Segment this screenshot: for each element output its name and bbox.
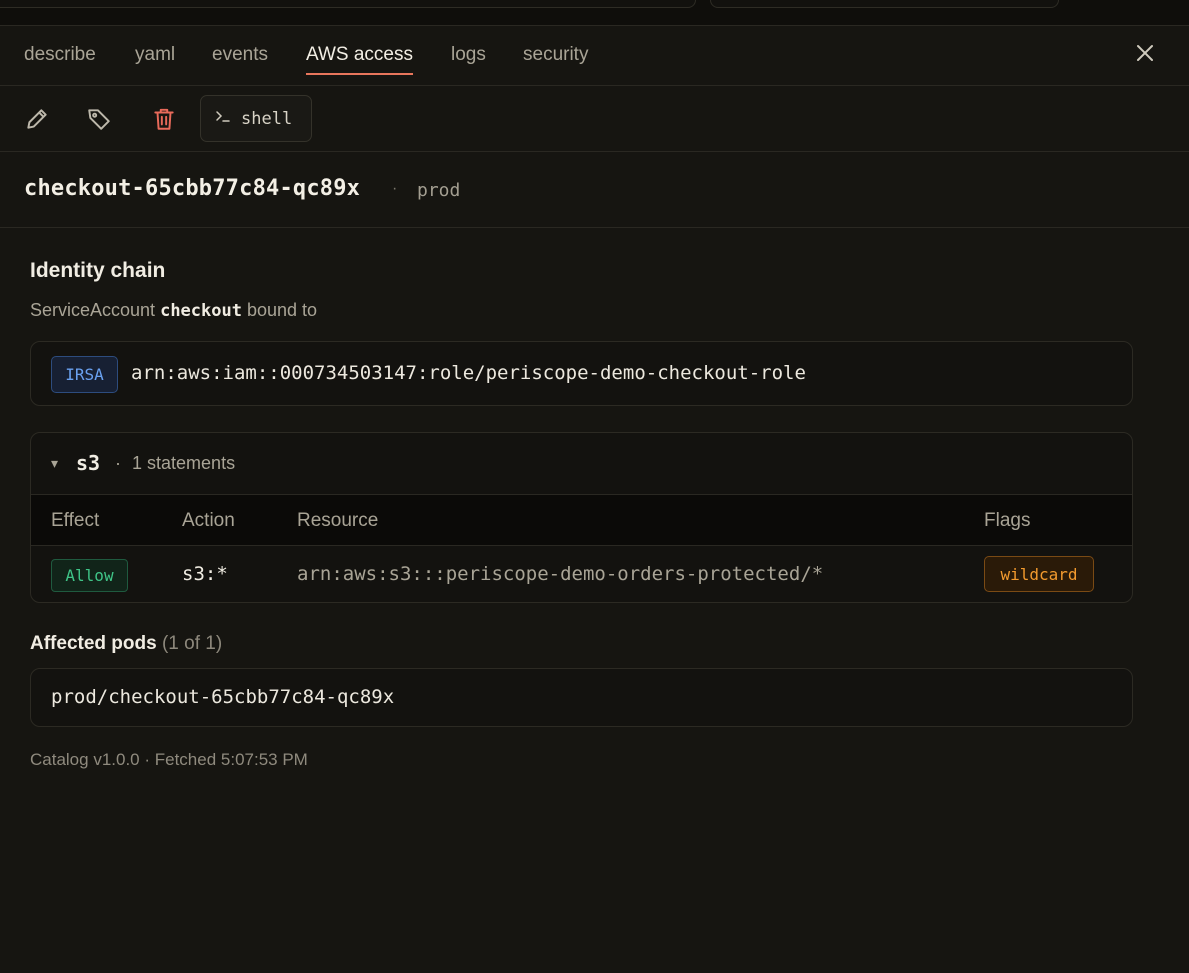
column-flags: Flags xyxy=(984,510,1031,531)
table-row: Allow s3:* arn:aws:s3:::periscope-demo-o… xyxy=(31,546,1132,602)
tab-yaml[interactable]: yaml xyxy=(135,44,175,66)
statement-count-text: 1 statements xyxy=(132,453,236,473)
affected-pods-count: (1 of 1) xyxy=(161,633,223,654)
tag-icon[interactable] xyxy=(86,106,112,132)
policy-service-toggle[interactable]: ▾ s3 · 1 statements xyxy=(31,433,1132,494)
statement-separator: · xyxy=(115,453,121,473)
identity-chain-description: ServiceAccount checkout bound to xyxy=(30,300,317,321)
role-arn: arn:aws:iam::000734503147:role/periscope… xyxy=(131,362,806,384)
detail-tab-bar: describe yaml events AWS access logs sec… xyxy=(0,26,1189,86)
policy-card: ▾ s3 · 1 statements Effect Action Resour… xyxy=(30,432,1133,603)
service-account-name: checkout xyxy=(160,301,242,321)
action-value: s3:* xyxy=(182,563,228,585)
top-input-remnant xyxy=(0,0,696,8)
resource-value: arn:aws:s3:::periscope-demo-orders-prote… xyxy=(297,563,824,585)
policy-statement-count: · 1 statements xyxy=(115,453,235,474)
pod-name: checkout-65cbb77c84-qc89x xyxy=(24,176,361,201)
identity-chain-title: Identity chain xyxy=(30,259,166,282)
column-action: Action xyxy=(182,510,235,531)
service-account-suffix: bound to xyxy=(246,300,318,320)
column-effect: Effect xyxy=(51,510,100,531)
list-item[interactable]: prod/checkout-65cbb77c84-qc89x xyxy=(51,686,394,708)
terminal-icon xyxy=(215,108,231,129)
affected-pods-label: Affected pods xyxy=(30,633,157,654)
pod-header: checkout-65cbb77c84-qc89x · prod xyxy=(0,152,1189,228)
affected-pods-card: prod/checkout-65cbb77c84-qc89x xyxy=(30,668,1133,727)
service-account-prefix: ServiceAccount xyxy=(30,300,156,320)
caret-down-icon: ▾ xyxy=(51,455,59,471)
tab-security[interactable]: security xyxy=(523,44,588,66)
top-select-remnant xyxy=(710,0,1059,8)
close-icon[interactable] xyxy=(1133,41,1157,65)
action-toolbar: shell xyxy=(0,86,1189,152)
top-strip xyxy=(0,0,1189,26)
tab-aws-access[interactable]: AWS access xyxy=(306,44,413,75)
column-resource: Resource xyxy=(297,510,379,531)
affected-pods-title: Affected pods (1 of 1) xyxy=(30,633,222,655)
wildcard-flag-badge: wildcard xyxy=(984,556,1094,592)
tab-logs[interactable]: logs xyxy=(451,44,486,66)
tab-events[interactable]: events xyxy=(212,44,268,66)
policy-table-header: Effect Action Resource Flags xyxy=(31,494,1132,546)
effect-badge: Allow xyxy=(51,559,128,592)
header-separator: · xyxy=(392,180,398,197)
pencil-icon[interactable] xyxy=(24,106,50,132)
catalog-footer: Catalog v1.0.0 · Fetched 5:07:53 PM xyxy=(30,750,308,769)
role-binding-card: IRSA arn:aws:iam::000734503147:role/peri… xyxy=(30,341,1133,406)
irsa-badge: IRSA xyxy=(51,356,118,393)
trash-icon[interactable] xyxy=(151,106,177,132)
tab-describe[interactable]: describe xyxy=(24,44,96,66)
shell-button-label: shell xyxy=(241,108,293,129)
pod-namespace: prod xyxy=(417,180,461,201)
policy-service-name: s3 xyxy=(76,451,101,475)
shell-button[interactable]: shell xyxy=(200,95,312,142)
